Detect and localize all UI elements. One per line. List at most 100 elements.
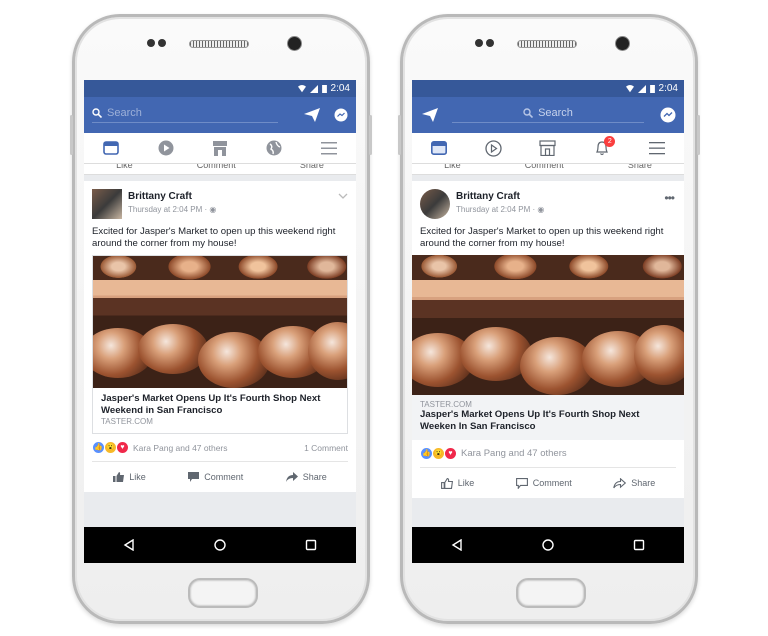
timestamp-text: Thursday at 2:04 PM (128, 205, 203, 214)
physical-home-button[interactable] (188, 578, 258, 608)
tab-globe[interactable] (262, 136, 286, 160)
dot: · (532, 205, 536, 214)
tab-bar (84, 133, 356, 164)
recents-icon[interactable] (633, 539, 645, 551)
comment-button[interactable]: Comment (515, 477, 572, 489)
send-icon[interactable] (304, 108, 320, 122)
post-timestamp: Thursday at 2:04 PM · ◉ (456, 205, 544, 214)
search-input[interactable]: Search (92, 107, 278, 123)
link-info: TASTER.COM Jasper's Market Opens Up It's… (412, 395, 684, 440)
home-icon[interactable] (542, 539, 554, 551)
love-reaction-icon: ♥ (116, 441, 129, 454)
ghost-share[interactable]: Share (628, 164, 652, 174)
comment-count[interactable]: 1 Comment (304, 443, 348, 453)
tab-menu[interactable] (317, 136, 341, 160)
messenger-icon[interactable] (660, 107, 676, 123)
status-bar: 2:04 (84, 80, 356, 97)
recents-icon[interactable] (305, 539, 317, 551)
comment-icon (515, 477, 528, 489)
link-title[interactable]: Jasper's Market Opens Up It's Fourth Sho… (420, 409, 676, 433)
ghost-comment[interactable]: Comment (525, 164, 564, 174)
tab-video[interactable] (154, 136, 178, 160)
avatar[interactable] (420, 189, 450, 219)
link-title[interactable]: Jasper's Market Opens Up It's Fourth Sho… (101, 393, 339, 417)
signal-icon (309, 84, 318, 93)
screen: 2:04 Search Like Comment Share Brittany … (84, 80, 356, 563)
comment-button[interactable]: Comment (188, 472, 243, 482)
tab-marketplace[interactable] (208, 136, 232, 160)
volume-button (398, 115, 401, 155)
timestamp-text: Thursday at 2:04 PM (456, 205, 531, 214)
back-icon[interactable] (123, 539, 135, 551)
search-bar: Search (84, 97, 356, 133)
link-info: Jasper's Market Opens Up It's Fourth Sho… (93, 388, 347, 433)
search-placeholder: Search (538, 107, 573, 119)
sensors (147, 39, 166, 47)
post-timestamp: Thursday at 2:04 PM · ◉ (128, 205, 216, 214)
share-button[interactable]: Share (613, 477, 656, 489)
thumbs-up-icon (440, 477, 453, 489)
thumbs-up-icon (113, 472, 125, 482)
like-label: Like (457, 478, 475, 488)
notification-badge: 2 (604, 136, 616, 147)
ghost-comment[interactable]: Comment (197, 164, 236, 174)
battery-icon (321, 84, 327, 93)
ghost-like[interactable]: Like (444, 164, 461, 174)
search-icon (92, 108, 102, 118)
screen: 2:04 Search 2 Like Comment Share Brittan… (412, 80, 684, 563)
share-icon (613, 477, 627, 488)
sensors (475, 39, 494, 47)
post-actions: Like Comment Share (92, 461, 348, 492)
author-name[interactable]: Brittany Craft (456, 191, 544, 202)
search-icon (523, 108, 534, 118)
tab-notifications[interactable]: 2 (590, 136, 616, 160)
post-header: Brittany Craft Thursday at 2:04 PM · ◉ •… (412, 181, 684, 219)
chevron-down-icon[interactable] (338, 193, 348, 199)
like-button[interactable]: Like (113, 472, 146, 482)
messenger-icon[interactable] (334, 108, 348, 122)
reactions-row[interactable]: 👍 😮 ♥ Kara Pang and 47 others 1 Comment (84, 434, 356, 461)
search-input[interactable]: Search (452, 107, 644, 123)
tab-menu[interactable] (645, 136, 669, 160)
share-label: Share (631, 478, 656, 488)
reactions-text: Kara Pang and 47 others (461, 448, 567, 459)
status-time: 2:04 (658, 83, 678, 94)
share-label: Share (302, 472, 327, 482)
tab-news-feed[interactable] (427, 136, 451, 160)
home-icon[interactable] (214, 539, 226, 551)
news-feed-icon (431, 141, 448, 155)
more-options-icon[interactable]: ••• (664, 191, 675, 205)
like-button[interactable]: Like (440, 477, 475, 489)
link-preview-card[interactable]: Jasper's Market Opens Up It's Fourth Sho… (92, 255, 348, 434)
wifi-icon (297, 84, 306, 92)
wifi-icon (625, 84, 634, 92)
dot: · (204, 205, 208, 214)
tab-news-feed[interactable] (99, 136, 123, 160)
back-icon[interactable] (451, 539, 463, 551)
comment-label: Comment (532, 478, 572, 488)
phone-new-design: 2:04 Search 2 Like Comment Share Brittan… (398, 14, 700, 624)
feed-gap (84, 492, 356, 504)
hamburger-icon (648, 141, 665, 154)
earpiece-speaker (189, 40, 249, 48)
bread-photo (412, 255, 684, 395)
ghost-share[interactable]: Share (300, 164, 324, 174)
post-header: Brittany Craft Thursday at 2:04 PM · ◉ (84, 181, 356, 219)
tab-marketplace[interactable] (536, 136, 560, 160)
front-camera (615, 36, 630, 51)
post-text: Excited for Jasper's Market to open up t… (420, 226, 664, 249)
send-icon[interactable] (422, 108, 438, 122)
reactions-row[interactable]: 👍 😮 ♥ Kara Pang and 47 others (412, 440, 684, 467)
marketplace-icon (539, 140, 557, 156)
link-preview-card[interactable]: TASTER.COM Jasper's Market Opens Up It's… (412, 255, 684, 440)
comment-label: Comment (204, 472, 244, 482)
ghost-like[interactable]: Like (116, 164, 133, 174)
news-feed-icon (103, 141, 119, 155)
tab-video[interactable] (482, 136, 506, 160)
tab-bar: 2 (412, 133, 684, 164)
post-text: Excited for Jasper's Market to open up t… (92, 226, 336, 249)
author-name[interactable]: Brittany Craft (128, 191, 216, 202)
physical-home-button[interactable] (516, 578, 586, 608)
avatar[interactable] (92, 189, 122, 219)
share-button[interactable]: Share (285, 472, 327, 482)
